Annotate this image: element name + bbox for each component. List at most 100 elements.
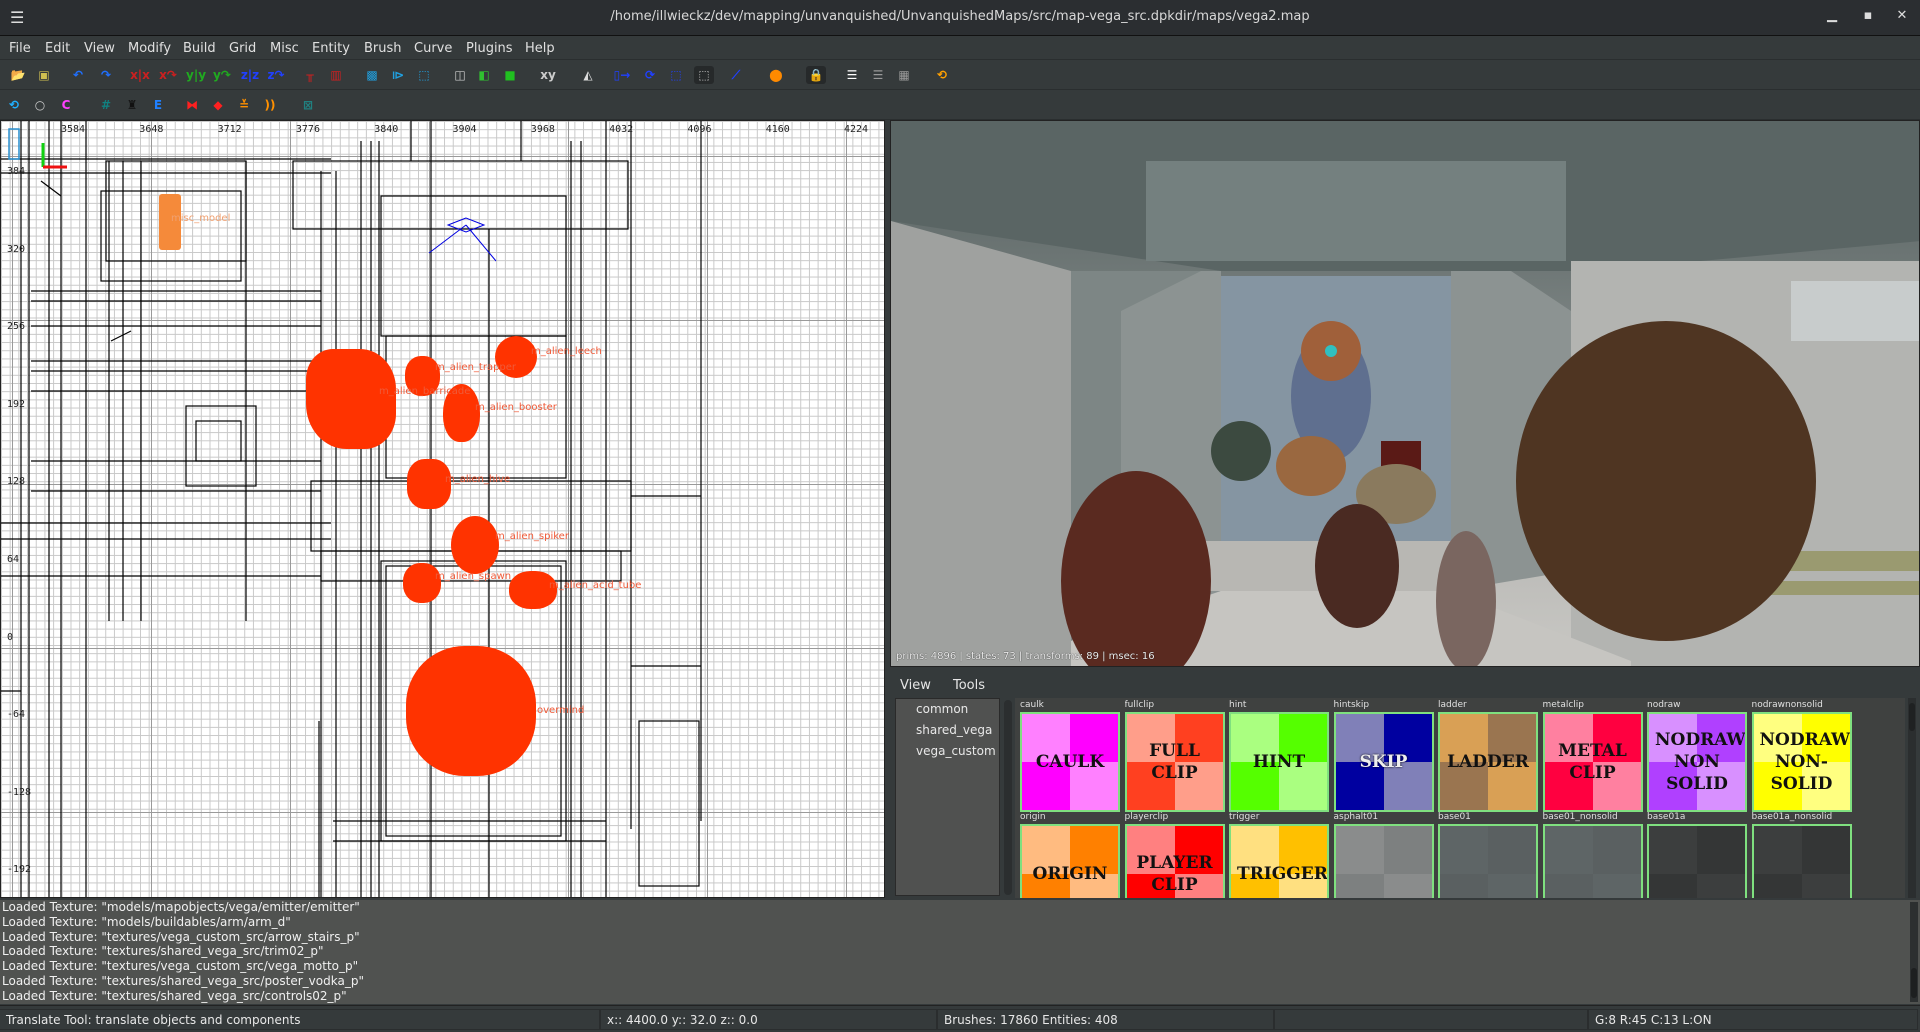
make-room-icon[interactable]: ⬚: [414, 66, 434, 84]
flip-y-icon[interactable]: y|y: [186, 66, 206, 84]
y-ruler-tick: 384: [7, 166, 26, 177]
menu-build[interactable]: Build: [183, 41, 216, 56]
overmind-entity[interactable]: [406, 646, 536, 776]
texture-grid: caulk CAULK fullclip FULL CLIP hint HINT hints…: [1015, 698, 1905, 898]
curve-b-icon[interactable]: )): [260, 96, 280, 114]
texture-tile[interactable]: base01_nonsolid: [1542, 812, 1643, 898]
texture-preview: FULL CLIP: [1124, 712, 1225, 812]
texbrowser-menu-tools[interactable]: Tools: [953, 678, 985, 693]
y-ruler-tick: -128: [7, 786, 32, 798]
texture-tile[interactable]: caulk CAULK: [1020, 700, 1120, 812]
texture-preview: NODRAW NON SOLID: [1647, 712, 1747, 812]
translate-icon[interactable]: ▯→: [612, 66, 632, 84]
menu-entity[interactable]: Entity: [312, 41, 350, 56]
texture-tile[interactable]: base01: [1438, 812, 1538, 898]
close-button[interactable]: ✕: [1892, 8, 1912, 23]
minimize-button[interactable]: ▁: [1822, 8, 1842, 23]
texture-tile[interactable]: nodrawnonsolid NODRAW NON- SOLID: [1751, 700, 1852, 812]
texture-tile[interactable]: metalclip METAL CLIP: [1542, 700, 1643, 812]
texture-tile[interactable]: hintskip SKIP: [1333, 700, 1434, 812]
grid-icon[interactable]: #: [96, 96, 116, 114]
make-hollow-icon[interactable]: ▩: [362, 66, 382, 84]
folder-item[interactable]: vega_custom: [896, 741, 999, 762]
barricade-entity[interactable]: [306, 349, 396, 449]
bounds-icon[interactable]: ⊠: [298, 96, 318, 114]
console-line: Loaded Texture: "textures/shared_vega_sr…: [2, 944, 324, 959]
mirror-x-icon[interactable]: ⧓: [182, 96, 202, 114]
resize-icon[interactable]: ⟋: [726, 66, 746, 84]
rotate-icon[interactable]: ⟳: [640, 66, 660, 84]
filter-icon[interactable]: ○: [30, 96, 50, 114]
menu-misc[interactable]: Misc: [270, 41, 299, 56]
curve-a-icon[interactable]: ≚: [234, 96, 254, 114]
scrollbar-thumb[interactable]: [1911, 968, 1917, 998]
texture-tile[interactable]: playerclip PLAYER CLIP: [1124, 812, 1225, 898]
select-complete-tall-icon[interactable]: ■: [500, 66, 520, 84]
texture-lock-icon[interactable]: 🔒: [806, 66, 826, 84]
make-hollow-touch-icon[interactable]: ⧐: [388, 66, 408, 84]
render-stats: prims: 4896 | states: 73 | transforms: 8…: [896, 651, 1155, 662]
folder-item[interactable]: common: [896, 699, 999, 720]
select-touching-icon[interactable]: ◧: [474, 66, 494, 84]
select-inside-icon[interactable]: ◫: [450, 66, 470, 84]
y-ruler-tick: 256: [7, 321, 26, 333]
open-icon[interactable]: 📂: [8, 66, 28, 84]
scrollbar-thumb[interactable]: [1909, 703, 1915, 731]
entity-icon[interactable]: ♜: [122, 96, 142, 114]
menu-grid[interactable]: Grid: [229, 41, 256, 56]
menu-help[interactable]: Help: [525, 41, 555, 56]
texture-tile[interactable]: nodraw NODRAW NON SOLID: [1647, 700, 1747, 812]
texture-tile[interactable]: ladder LADDER: [1438, 700, 1538, 812]
down-icon[interactable]: E: [148, 96, 168, 114]
texbrowser-menu-view[interactable]: View: [900, 678, 931, 693]
texture-grid-scrollbar[interactable]: [1908, 698, 1916, 898]
flip-z-icon[interactable]: z|z: [240, 66, 260, 84]
menu-view[interactable]: View: [84, 41, 115, 56]
texture-name: caulk: [1020, 700, 1044, 710]
menu-file[interactable]: File: [9, 41, 31, 56]
clipper-icon[interactable]: ◭: [578, 66, 598, 84]
menu-curve[interactable]: Curve: [414, 41, 452, 56]
maximize-button[interactable]: ▪: [1858, 8, 1878, 23]
texture-tile[interactable]: origin ORIGIN: [1020, 812, 1120, 898]
spiker-entity[interactable]: [451, 516, 499, 574]
folder-list-scrollbar[interactable]: [1004, 700, 1012, 895]
surface-inspector-icon[interactable]: ☰: [868, 66, 888, 84]
folder-item[interactable]: shared_vega: [896, 720, 999, 741]
texture-tile[interactable]: hint HINT: [1229, 700, 1329, 812]
scale-icon[interactable]: ⬚: [666, 66, 686, 84]
texture-tile[interactable]: base01a: [1647, 812, 1747, 898]
flip-x-icon[interactable]: x|x: [130, 66, 150, 84]
rotate-x-icon[interactable]: x↷: [158, 66, 178, 84]
menu-modify[interactable]: Modify: [128, 41, 171, 56]
menu-edit[interactable]: Edit: [45, 41, 70, 56]
cycle-camera-icon[interactable]: ⟲: [4, 96, 24, 114]
status-grid-info: G:8 R:45 C:13 L:ON: [1588, 1009, 1918, 1030]
texture-browser-icon[interactable]: ▦: [894, 66, 914, 84]
console-scrollbar[interactable]: [1910, 902, 1918, 1002]
spawn-entity[interactable]: [403, 563, 441, 603]
drag-icon[interactable]: ⬚: [694, 66, 714, 84]
mirror-y-icon[interactable]: ◆: [208, 96, 228, 114]
save-icon[interactable]: ▣: [34, 66, 54, 84]
refresh-models-icon[interactable]: ⟲: [932, 66, 952, 84]
texture-tile[interactable]: fullclip FULL CLIP: [1124, 700, 1225, 812]
texture-tile[interactable]: asphalt01: [1333, 812, 1434, 898]
menu-plugins[interactable]: Plugins: [466, 41, 513, 56]
texture-tile[interactable]: trigger TRIGGER: [1229, 812, 1329, 898]
csg-merge-icon[interactable]: ▥: [326, 66, 346, 84]
xy-view[interactable]: misc_model m_alien_leech m_alien_trapper…: [0, 120, 885, 898]
menu-brush[interactable]: Brush: [364, 41, 402, 56]
undo-icon[interactable]: ↶: [68, 66, 88, 84]
x-ruler-tick: 4160: [765, 124, 790, 135]
redo-icon[interactable]: ↷: [96, 66, 116, 84]
camera-view[interactable]: prims: 4896 | states: 73 | transforms: 8…: [890, 120, 1920, 667]
caulk-icon[interactable]: C: [56, 96, 76, 114]
rotate-y-icon[interactable]: y↷: [212, 66, 232, 84]
entity-list-icon[interactable]: ☰: [842, 66, 862, 84]
view-change-icon[interactable]: xy: [538, 66, 558, 84]
texture-tile[interactable]: base01a_nonsolid: [1751, 812, 1852, 898]
csg-subtract-icon[interactable]: ╥: [300, 66, 320, 84]
patch-icon[interactable]: ⬤: [766, 66, 786, 84]
rotate-z-icon[interactable]: z↷: [266, 66, 286, 84]
